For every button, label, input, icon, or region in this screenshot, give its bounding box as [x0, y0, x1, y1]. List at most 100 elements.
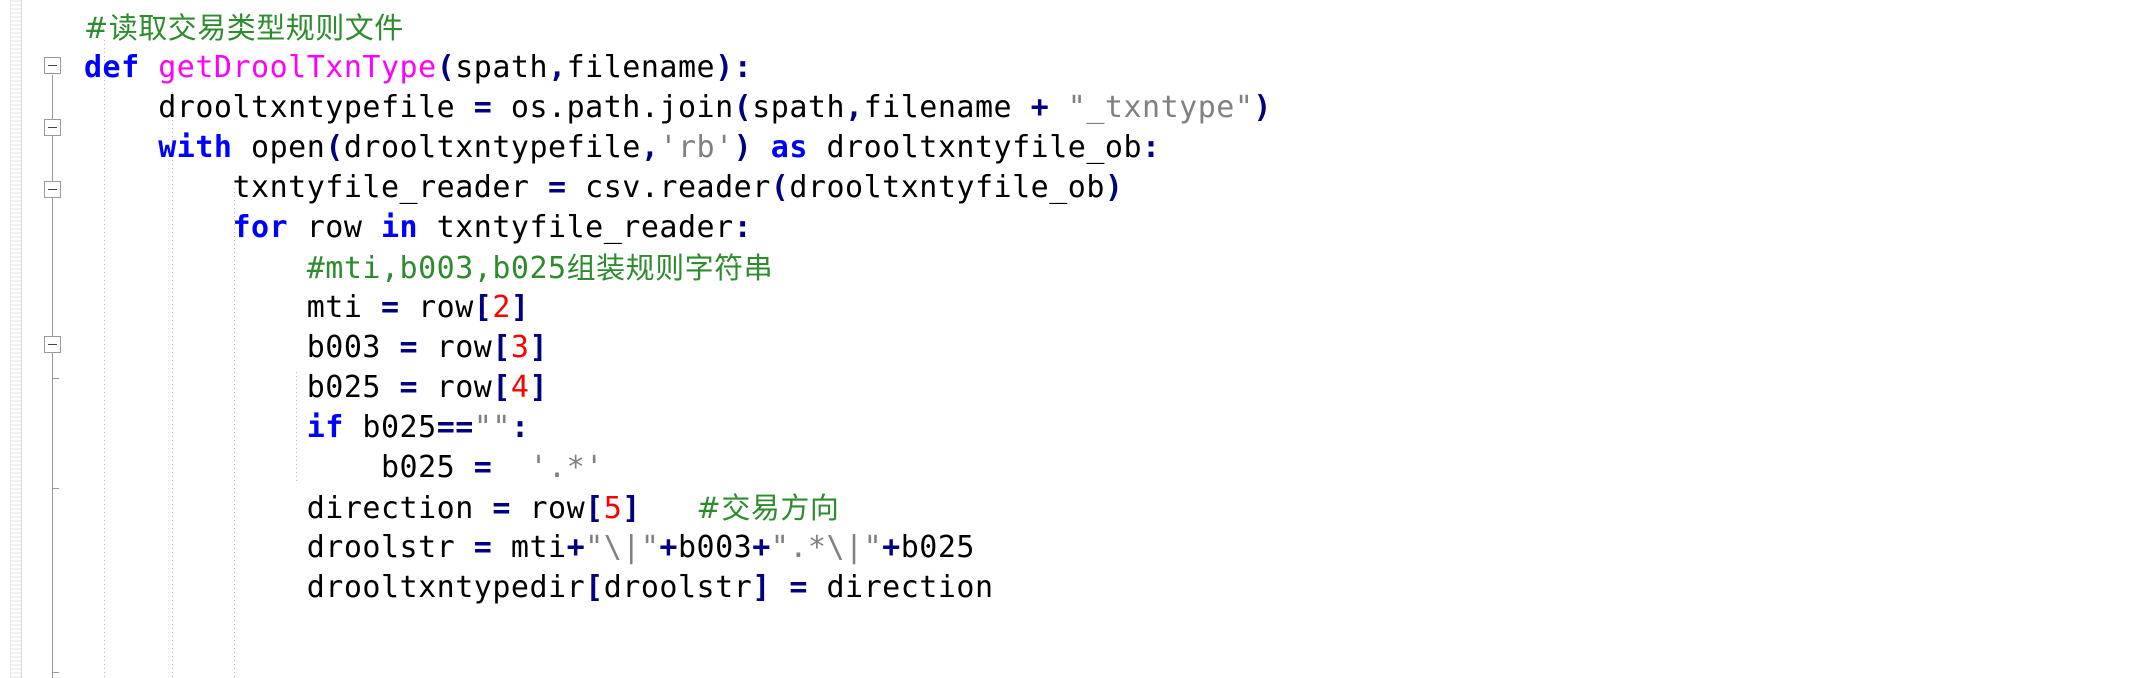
code-token-punc: ): [1253, 90, 1272, 125]
code-token-op: +: [1030, 90, 1050, 125]
code-token-num: 5: [603, 491, 623, 526]
code-token-op: =: [473, 530, 493, 565]
code-token-op: ==: [436, 410, 474, 445]
code-token-plain: row: [288, 210, 381, 245]
code-token-plain: txntyfile_reader: [84, 170, 549, 205]
code-token-plain: row: [399, 290, 474, 325]
code-line[interactable]: b025 = '.*': [84, 448, 2130, 488]
code-token-str: 'rb': [659, 130, 734, 165]
code-token-cmt: #mti,b003,b025: [306, 251, 567, 286]
code-token-kw: for: [232, 210, 289, 245]
code-token-bracket: ]: [752, 570, 771, 605]
code-token-plain: drooltxntypedir: [84, 570, 586, 605]
code-editor[interactable]: #读取交易类型规则文件 def getDroolTxnType(spath,fil…: [0, 0, 2130, 678]
code-token-punc: ,: [640, 130, 660, 165]
code-token-str: "": [473, 410, 511, 445]
code-token-plain: txntyfile_reader: [418, 210, 734, 245]
code-line[interactable]: if b025=="":: [84, 408, 2130, 448]
code-token-bracket: ]: [529, 370, 549, 405]
fold-connector-line: [52, 215, 53, 678]
code-token-kw: with: [158, 130, 233, 165]
code-token-op: =: [399, 370, 419, 405]
code-token-plain: droolstr: [603, 570, 753, 605]
editor-code-surface[interactable]: #读取交易类型规则文件 def getDroolTxnType(spath,fil…: [84, 0, 2130, 678]
code-token-op: =: [492, 491, 511, 526]
fold-region-end-tick: [52, 378, 59, 379]
code-token-plain: spath: [752, 90, 846, 125]
code-line[interactable]: with open(drooltxntypefile,'rb') as droo…: [84, 128, 2130, 168]
code-token-op: =: [548, 170, 567, 205]
fold-toggle-line-2[interactable]: [44, 57, 61, 74]
editor-fold-margin[interactable]: [22, 0, 84, 678]
code-token-op: =: [380, 290, 400, 325]
code-token-plain: os.path.join: [492, 90, 734, 125]
code-token-plain: row: [418, 330, 493, 365]
code-line[interactable]: b003 = row[3]: [84, 328, 2130, 368]
code-token-num: 3: [510, 330, 530, 365]
code-line[interactable]: mti = row[2]: [84, 288, 2130, 328]
code-token-punc: (: [733, 90, 753, 125]
code-line[interactable]: def getDroolTxnType(spath,filename):: [84, 48, 2130, 88]
fold-region-end-tick: [52, 672, 59, 673]
code-token-punc: :: [510, 410, 530, 445]
code-line[interactable]: droolstr = mti+"\|"+b003+".*\|"+b025: [84, 528, 2130, 568]
code-line[interactable]: drooltxntypedir[droolstr] = direction: [84, 568, 2130, 608]
code-token-bracket: ]: [510, 290, 530, 325]
code-token-op: +: [659, 530, 678, 565]
code-token-plain: mti: [492, 530, 567, 565]
code-token-punc: :: [733, 50, 753, 85]
code-token-kw: as: [770, 130, 808, 165]
code-token-bracket: ]: [622, 491, 641, 526]
code-token-op: =: [399, 330, 419, 365]
code-token-bracket: [: [492, 370, 511, 405]
code-token-plain: b003: [677, 530, 753, 565]
code-token-op: +: [752, 530, 771, 565]
code-token-punc: ): [715, 50, 734, 85]
code-token-op: +: [882, 530, 901, 565]
code-line[interactable]: for row in txntyfile_reader:: [84, 208, 2130, 248]
code-line[interactable]: drooltxntypefile = os.path.join(spath,fi…: [84, 88, 2130, 128]
code-token-plain: direction: [84, 491, 493, 526]
fold-region-end-tick: [52, 488, 59, 489]
code-token-punc: ,: [845, 90, 864, 125]
code-token-cmt-cjk: #读取交易类型规则文件: [84, 11, 404, 45]
code-token-kw: if: [306, 410, 344, 445]
editor-track-margin[interactable]: [11, 0, 22, 678]
code-line[interactable]: #读取交易类型规则文件: [84, 8, 2130, 48]
code-line[interactable]: #mti,b003,b025组装规则字符串: [84, 248, 2130, 288]
code-token-plain: row: [418, 370, 493, 405]
code-token-plain: drooltxntyfile_ob: [807, 130, 1143, 165]
code-token-punc: (: [436, 50, 456, 85]
fold-toggle-line-11[interactable]: [44, 336, 61, 353]
code-token-plain: drooltxntypefile: [343, 130, 641, 165]
code-token-plain: drooltxntyfile_ob: [789, 170, 1105, 205]
code-token-plain: droolstr: [84, 530, 474, 565]
code-token-bracket: [: [585, 491, 604, 526]
code-token-num: 4: [510, 370, 530, 405]
code-token-plain: direction: [807, 570, 994, 605]
code-token-plain: open: [232, 130, 326, 165]
code-line-list[interactable]: #读取交易类型规则文件 def getDroolTxnType(spath,fil…: [84, 8, 2130, 608]
code-token-str: "\|": [585, 530, 660, 565]
code-token-bracket: [: [492, 330, 511, 365]
code-line[interactable]: b025 = row[4]: [84, 368, 2130, 408]
code-line[interactable]: direction = row[5] #交易方向: [84, 488, 2130, 528]
fold-toggle-line-6[interactable]: [44, 181, 61, 198]
editor-selection-margin[interactable]: [0, 0, 11, 678]
code-token-plain: csv.reader: [566, 170, 771, 205]
code-token-str: ".*\|": [770, 530, 883, 565]
code-token-punc: (: [770, 170, 790, 205]
code-token-kw: in: [381, 210, 419, 245]
code-token-cmt-cjk: #交易方向: [696, 491, 840, 525]
code-token-plain: drooltxntypefile: [84, 90, 474, 125]
code-token-punc: ): [733, 130, 753, 165]
fold-toggle-line-4[interactable]: [44, 119, 61, 136]
code-token-plain: b025: [900, 530, 975, 565]
code-line[interactable]: txntyfile_reader = csv.reader(drooltxnty…: [84, 168, 2130, 208]
code-token-plain: b025: [84, 370, 400, 405]
code-token-plain: filename: [566, 50, 716, 85]
